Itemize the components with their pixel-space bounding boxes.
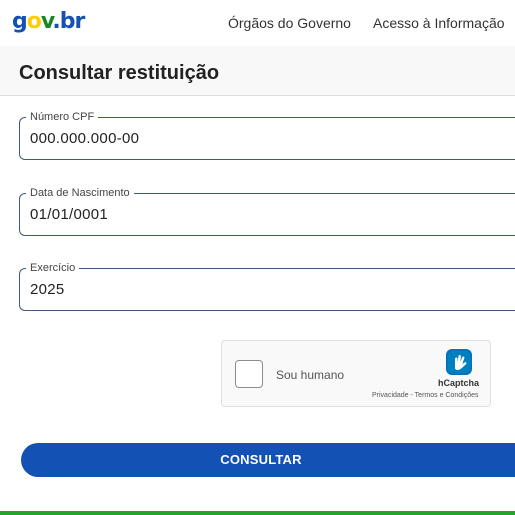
captcha-brand: hCaptcha [438, 378, 480, 388]
captcha-links[interactable]: Privacidade - Termos e Condições [372, 391, 478, 400]
nav-link-orgaos-governo[interactable]: Órgãos do Governo [228, 14, 351, 32]
page-title: Consultar restituição [19, 62, 220, 84]
birth-date-field-label: Data de Nascimento [26, 186, 134, 200]
bottom-accent-bar [0, 511, 515, 515]
exercise-input[interactable]: 2025 [30, 281, 65, 299]
birth-date-field[interactable]: Data de Nascimento 01/01/0001 [19, 186, 515, 236]
birth-date-input[interactable]: 01/01/0001 [30, 206, 108, 224]
cpf-input[interactable]: 000.000.000-00 [30, 130, 139, 148]
captcha-label: Sou humano [276, 368, 345, 382]
nav-link-acesso-informacao[interactable]: Acesso à Informação [373, 14, 505, 32]
cpf-field[interactable]: Número CPF 000.000.000-00 [19, 110, 515, 160]
captcha-checkbox[interactable] [235, 360, 263, 388]
site-header: gov.br Órgãos do Governo Acesso à Inform… [0, 0, 515, 46]
exercise-field-label: Exercício [26, 261, 80, 275]
consultar-button[interactable]: CONSULTAR [21, 443, 515, 477]
hcaptcha-logo-icon [446, 349, 472, 375]
govbr-logo[interactable]: gov.br [12, 8, 85, 36]
hcaptcha-widget: Sou humano hCaptcha Privacidade - Termos… [221, 340, 491, 407]
exercise-field[interactable]: Exercício 2025 [19, 261, 515, 311]
cpf-field-label: Número CPF [26, 110, 99, 124]
